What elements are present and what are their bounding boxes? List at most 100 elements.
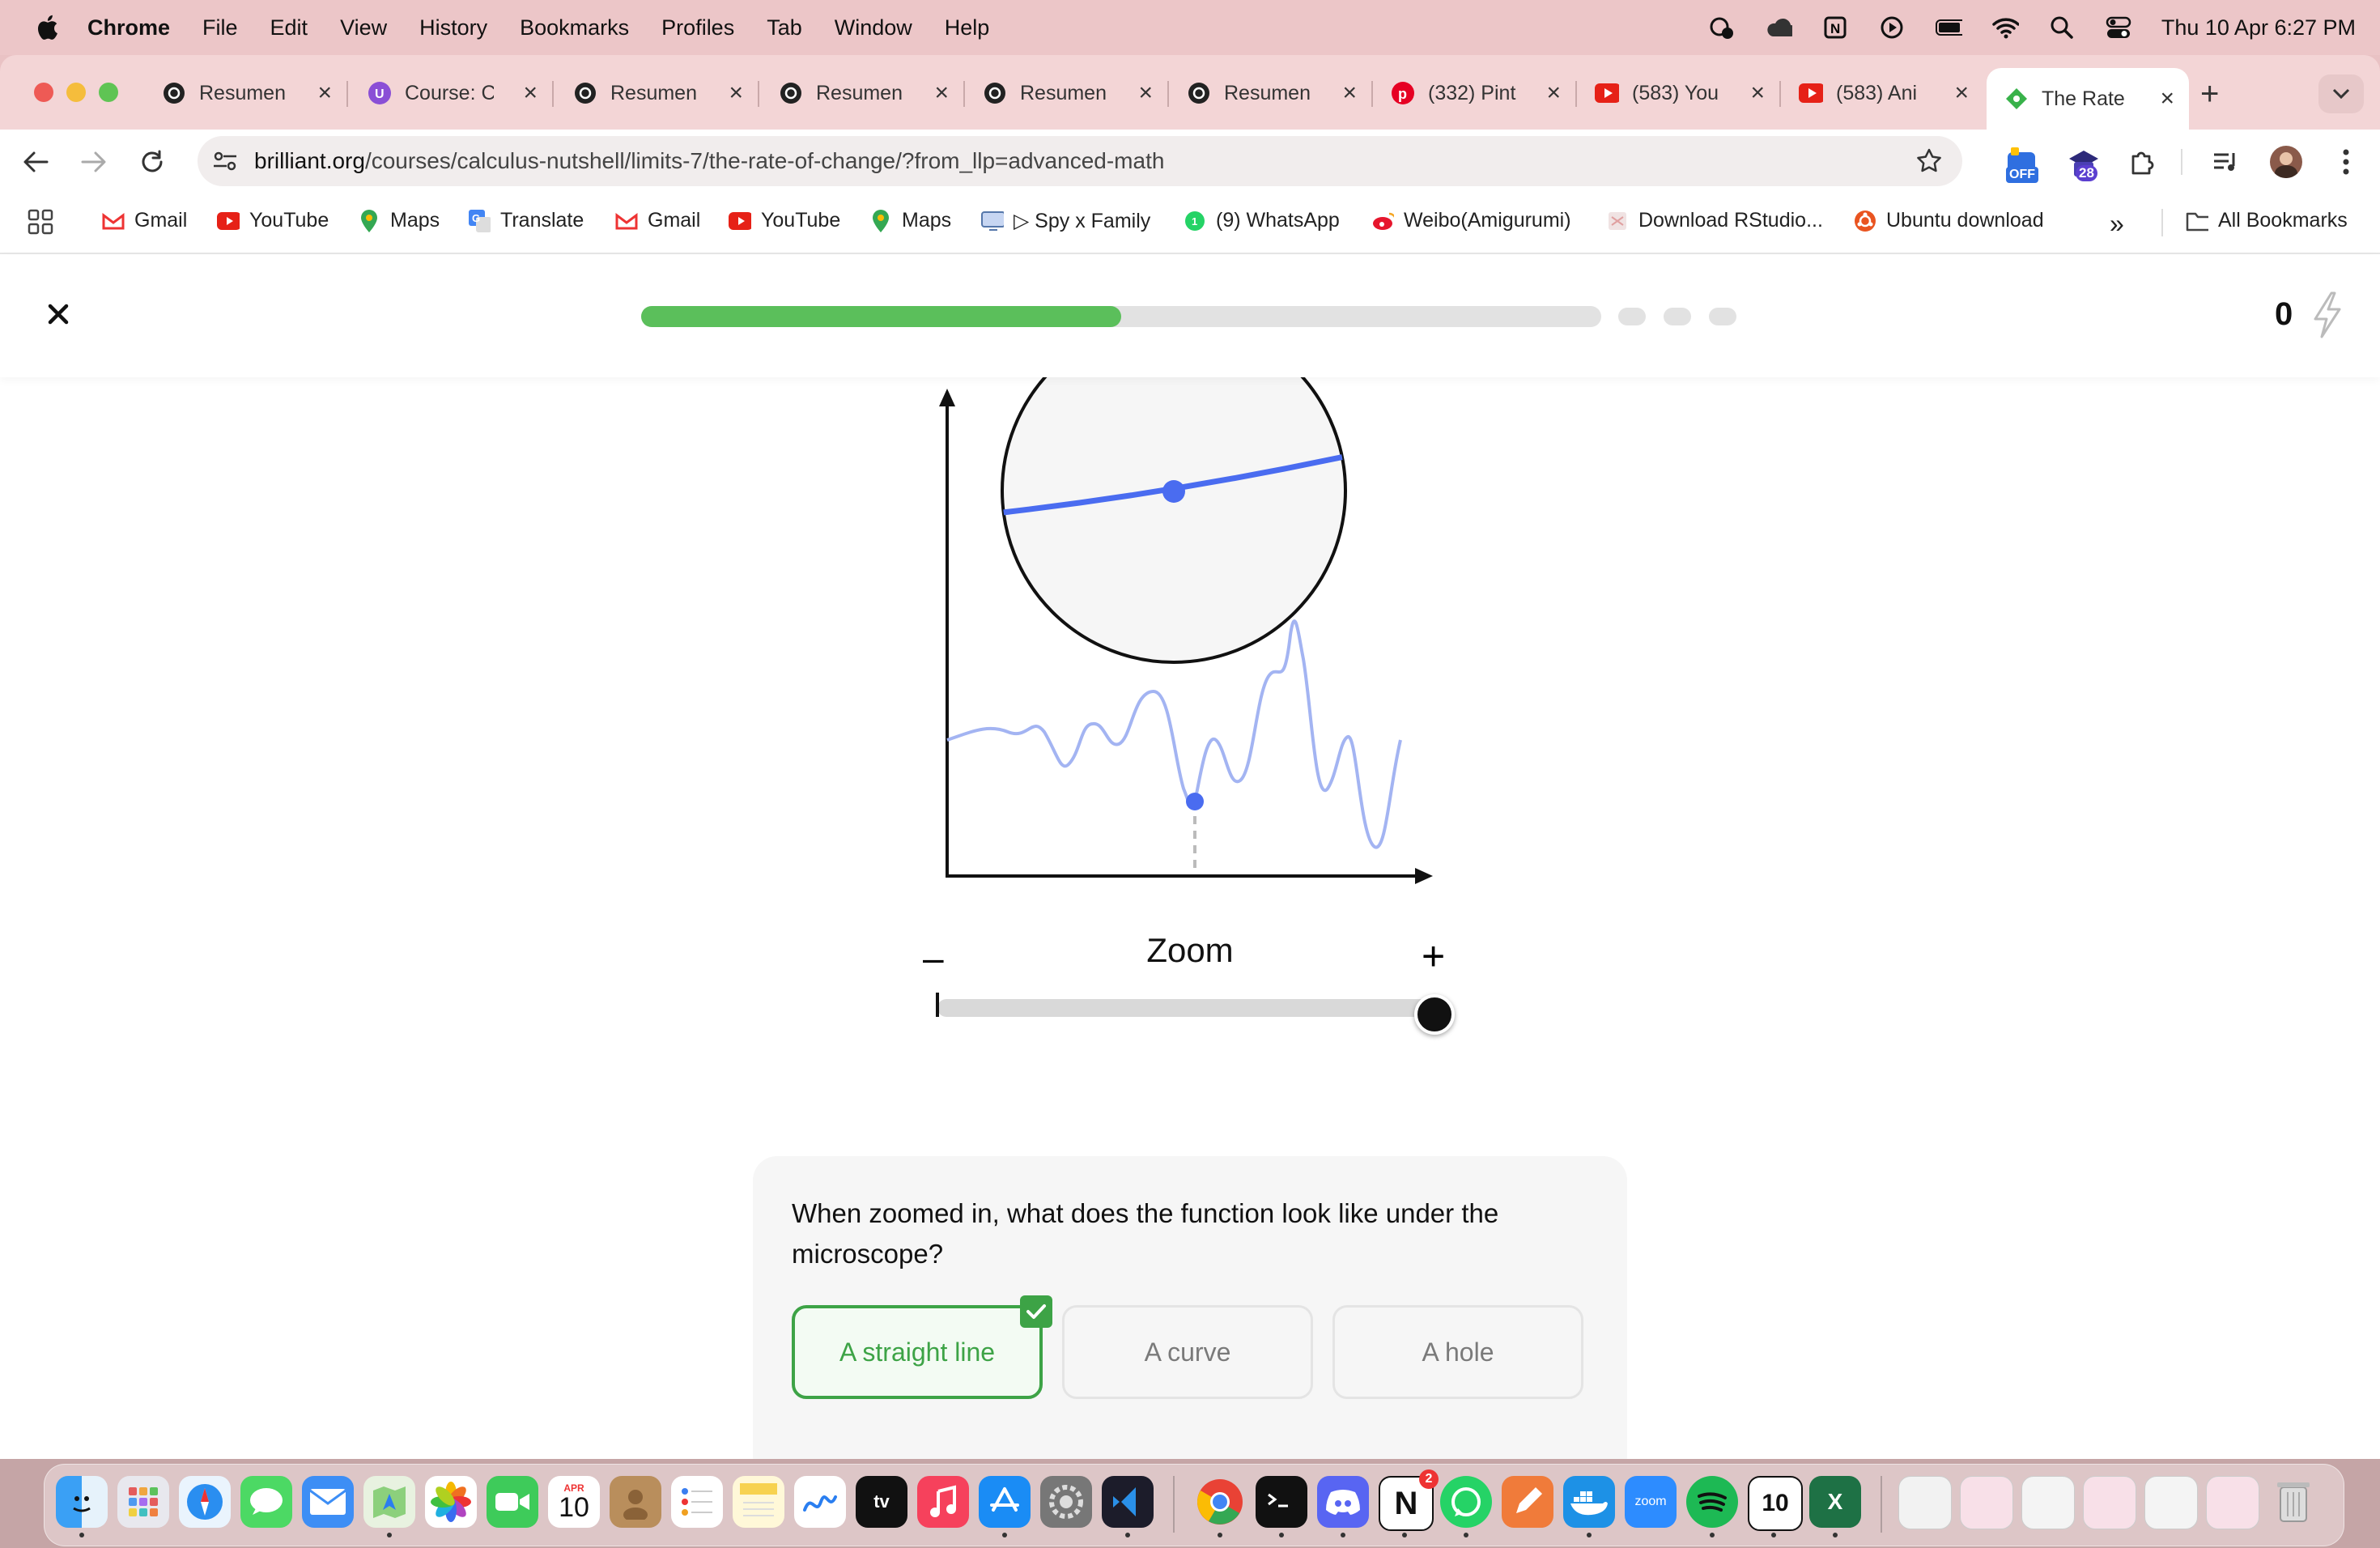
apple-menu-icon[interactable] [31, 14, 63, 41]
chrome-icon[interactable] [1194, 1476, 1246, 1528]
battery-icon[interactable] [1935, 15, 1962, 40]
tab-close-icon[interactable]: × [1546, 79, 1561, 107]
window-minimize-button[interactable] [66, 83, 86, 102]
photos-icon[interactable] [425, 1476, 477, 1528]
reload-button[interactable] [134, 144, 170, 180]
play-status-icon[interactable] [1878, 15, 1906, 40]
bookmark-translate[interactable]: G Translate [468, 209, 584, 232]
tab-close-icon[interactable]: × [1342, 79, 1357, 107]
new-tab-button[interactable]: + [2200, 76, 2219, 113]
bookmark-spy-x-family[interactable]: ▷ Spy x Family [981, 209, 1150, 233]
zoom-out-button[interactable]: – [923, 936, 944, 980]
zoom-app-icon[interactable]: zoom [1625, 1476, 1677, 1528]
tab-resumen-3[interactable]: Resumen × [761, 68, 965, 118]
zoom-in-button[interactable]: + [1422, 933, 1445, 980]
minimized-window-thumbnail[interactable] [1960, 1476, 2013, 1529]
messages-icon[interactable] [240, 1476, 292, 1528]
close-lesson-icon[interactable] [42, 298, 74, 330]
reminders-icon[interactable] [671, 1476, 723, 1528]
timer-status-icon[interactable] [1708, 15, 1736, 40]
spotify-icon[interactable] [1686, 1476, 1738, 1528]
notion-status-icon[interactable]: N [1821, 15, 1849, 40]
extension-calendar-icon[interactable]: 28 [2066, 147, 2102, 183]
tab-close-icon[interactable]: × [523, 79, 538, 107]
url-text[interactable]: brilliant.org/courses/calculus-nutshell/… [254, 148, 1164, 174]
discord-icon[interactable] [1317, 1476, 1369, 1528]
profile-avatar[interactable] [2270, 146, 2302, 178]
contacts-icon[interactable] [610, 1476, 661, 1528]
tab-resumen-4[interactable]: Resumen × [965, 68, 1169, 118]
notes-icon[interactable] [733, 1476, 784, 1528]
minimized-window-thumbnail[interactable] [2083, 1476, 2136, 1529]
calendar-icon[interactable]: APR 10 [548, 1476, 600, 1528]
tab-close-icon[interactable]: × [317, 79, 332, 107]
finder-icon[interactable] [56, 1476, 108, 1528]
menu-profiles[interactable]: Profiles [661, 15, 734, 40]
extensions-puzzle-icon[interactable] [2124, 144, 2160, 180]
zoom-slider-thumb[interactable] [1414, 994, 1455, 1035]
wifi-icon[interactable] [1991, 15, 2019, 40]
all-bookmarks-button[interactable]: All Bookmarks [2186, 209, 2348, 232]
window-close-button[interactable] [34, 83, 53, 102]
site-info-icon[interactable] [212, 149, 238, 177]
tab-close-icon[interactable]: × [1750, 79, 1765, 107]
bookmark-gmail-1[interactable]: Gmail [102, 209, 187, 232]
tab-search-button[interactable] [2318, 74, 2364, 113]
forward-button[interactable] [76, 144, 112, 180]
menu-file[interactable]: File [202, 15, 238, 40]
bookmark-star-icon[interactable] [1915, 147, 1943, 179]
music-icon[interactable] [917, 1476, 969, 1528]
back-button[interactable] [18, 144, 53, 180]
tab-resumen-2[interactable]: Resumen × [555, 68, 759, 118]
window-zoom-button[interactable] [99, 83, 118, 102]
excel-icon[interactable]: X [1809, 1476, 1861, 1528]
tab-close-icon[interactable]: × [2160, 85, 2174, 113]
bookmark-youtube-2[interactable]: YouTube [729, 209, 840, 232]
bookmark-whatsapp[interactable]: 1 (9) WhatsApp [1184, 209, 1340, 232]
menu-history[interactable]: History [419, 15, 487, 40]
tab-the-rate-active[interactable]: The Rate × [1987, 68, 2189, 130]
docker-icon[interactable] [1563, 1476, 1615, 1528]
pencil-app-icon[interactable] [1502, 1476, 1553, 1528]
system-settings-icon[interactable] [1040, 1476, 1092, 1528]
minimized-window-thumbnail[interactable] [2206, 1476, 2259, 1529]
menu-window[interactable]: Window [835, 15, 912, 40]
bookmark-rstudio[interactable]: Download RStudio... [1606, 209, 1823, 232]
bookmark-maps-1[interactable]: Maps [358, 209, 440, 232]
tab-youtube-1[interactable]: (583) You × [1577, 68, 1781, 118]
calendar-10-icon[interactable]: 10 [1748, 1476, 1803, 1531]
tab-close-icon[interactable]: × [1954, 79, 1969, 107]
control-center-icon[interactable] [2105, 15, 2132, 40]
whatsapp-app-icon[interactable] [1440, 1476, 1492, 1528]
facetime-icon[interactable] [487, 1476, 538, 1528]
bookmark-ubuntu[interactable]: Ubuntu download [1854, 209, 2044, 232]
option-hole[interactable]: A hole [1332, 1305, 1583, 1399]
option-curve[interactable]: A curve [1062, 1305, 1313, 1399]
apps-grid-icon[interactable] [28, 209, 53, 235]
bookmark-weibo[interactable]: Weibo(Amigurumi) [1371, 209, 1571, 232]
bookmark-gmail-2[interactable]: Gmail [615, 209, 700, 232]
bookmarks-overflow-button[interactable]: » [2110, 209, 2124, 239]
menu-bookmarks[interactable]: Bookmarks [520, 15, 629, 40]
bookmark-youtube-1[interactable]: YouTube [217, 209, 329, 232]
notion-icon[interactable]: N 2 [1379, 1469, 1439, 1531]
menu-help[interactable]: Help [945, 15, 990, 40]
tab-youtube-2[interactable]: (583) Ani × [1781, 68, 1983, 118]
app-store-icon[interactable] [979, 1476, 1031, 1528]
recent-document-thumbnail[interactable] [1898, 1476, 1952, 1529]
tab-resumen-5[interactable]: Resumen × [1169, 68, 1373, 118]
freeform-icon[interactable] [794, 1476, 846, 1528]
menubar-datetime[interactable]: Thu 10 Apr 6:27 PM [2161, 15, 2356, 40]
tab-close-icon[interactable]: × [729, 79, 743, 107]
bookmark-maps-2[interactable]: Maps [869, 209, 951, 232]
cloud-icon[interactable] [1765, 15, 1792, 40]
menu-view[interactable]: View [340, 15, 387, 40]
minimized-window-thumbnail[interactable] [2144, 1476, 2198, 1529]
terminal-icon[interactable] [1256, 1476, 1307, 1528]
maps-app-icon[interactable] [363, 1476, 415, 1528]
media-controls-icon[interactable] [2208, 144, 2244, 180]
chrome-menu-icon[interactable] [2328, 144, 2364, 180]
menu-tab[interactable]: Tab [767, 15, 802, 40]
spotlight-search-icon[interactable] [2048, 15, 2076, 40]
tab-pinterest[interactable]: p (332) Pint × [1373, 68, 1577, 118]
